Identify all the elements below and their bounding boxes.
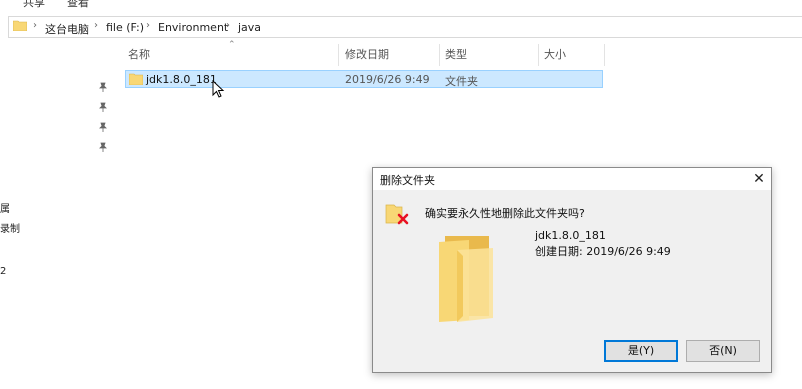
- dialog-title: 删除文件夹: [380, 174, 435, 187]
- no-button[interactable]: 否(N): [686, 340, 760, 362]
- column-header-modified[interactable]: 修改日期: [345, 46, 389, 66]
- nav-item-partial[interactable]: 2: [0, 266, 6, 277]
- mouse-cursor-icon: [212, 80, 225, 98]
- navigation-pane: 属 录制 2: [0, 38, 118, 389]
- folder-icon: [129, 73, 143, 85]
- file-name: jdk1.8.0_181: [146, 73, 217, 86]
- breadcrumb-separator[interactable]: ›: [94, 20, 98, 31]
- pin-icon[interactable]: [98, 102, 108, 112]
- pin-icon[interactable]: [98, 122, 108, 132]
- column-divider[interactable]: [604, 44, 605, 66]
- close-icon[interactable]: ✕: [749, 169, 769, 189]
- address-bar[interactable]: › 这台电脑 › file (F:) › Environment › java: [8, 16, 802, 38]
- delete-folder-dialog: 删除文件夹 ✕ 确实要永久性地删除此文件夹吗? jdk1.8.0_181 创建日…: [372, 167, 772, 373]
- breadcrumb-separator[interactable]: ›: [33, 20, 37, 31]
- dialog-titlebar: 删除文件夹 ✕: [373, 168, 771, 190]
- ribbon-tabs: 共享 查看: [0, 0, 802, 10]
- nav-item-partial[interactable]: 录制: [0, 220, 20, 235]
- delete-folder-icon: [385, 204, 409, 225]
- column-header-size[interactable]: 大小: [544, 46, 566, 66]
- breadcrumb-environment[interactable]: Environment: [158, 21, 228, 34]
- column-divider[interactable]: [338, 44, 339, 66]
- tab-share[interactable]: 共享: [23, 0, 45, 10]
- file-row[interactable]: jdk1.8.0_181 2019/6/26 9:49 文件夹: [125, 70, 603, 88]
- folder-icon: [13, 20, 27, 31]
- folder-icon: [439, 236, 493, 322]
- yes-button[interactable]: 是(Y): [604, 340, 678, 362]
- breadcrumb-separator[interactable]: ›: [226, 20, 230, 31]
- column-divider[interactable]: [439, 44, 440, 66]
- file-modified: 2019/6/26 9:49: [345, 73, 430, 86]
- column-divider[interactable]: [538, 44, 539, 66]
- pin-icon[interactable]: [98, 82, 108, 92]
- breadcrumb-java[interactable]: java: [238, 21, 261, 34]
- file-type: 文件夹: [445, 75, 478, 88]
- dialog-item-name: jdk1.8.0_181: [535, 229, 606, 242]
- column-header-type[interactable]: 类型: [445, 46, 467, 66]
- dialog-message: 确实要永久性地删除此文件夹吗?: [425, 207, 585, 220]
- column-header-name[interactable]: 名称: [128, 46, 150, 66]
- nav-item-partial[interactable]: 属: [0, 200, 10, 215]
- sort-ascending-icon: ⌃: [228, 40, 236, 50]
- tab-view[interactable]: 查看: [67, 0, 89, 10]
- breadcrumb-drive[interactable]: file (F:): [106, 21, 144, 34]
- breadcrumb-separator[interactable]: ›: [146, 20, 150, 31]
- dialog-item-date: 创建日期: 2019/6/26 9:49: [535, 245, 671, 258]
- breadcrumb-this-pc[interactable]: 这台电脑: [45, 21, 89, 37]
- pin-icon[interactable]: [98, 142, 108, 152]
